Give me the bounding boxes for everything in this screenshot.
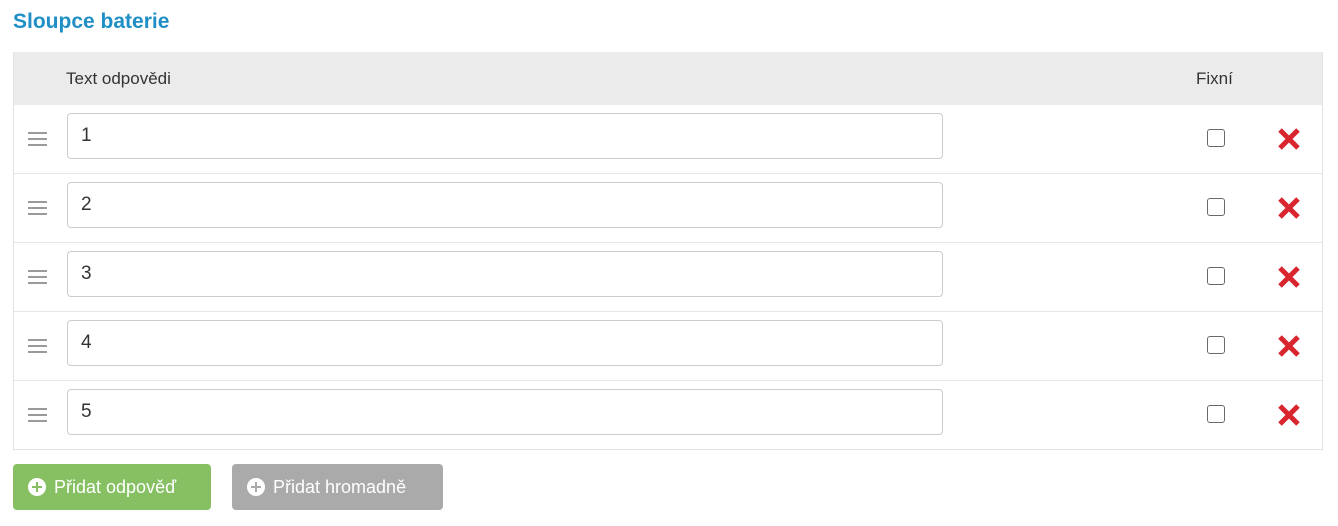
fixed-checkbox[interactable]	[1207, 405, 1225, 423]
header-fixed: Fixní	[1196, 69, 1233, 88]
delete-x-icon[interactable]	[1276, 402, 1302, 428]
answer-input[interactable]	[67, 389, 943, 435]
table-header: Text odpovědi Fixní	[14, 52, 1322, 105]
section-title: Sloupce baterie	[13, 10, 170, 33]
drag-handle-icon[interactable]	[28, 408, 47, 422]
delete-x-icon[interactable]	[1276, 333, 1302, 359]
table-row	[14, 243, 1322, 312]
delete-x-icon[interactable]	[1276, 264, 1302, 290]
header-answer-text: Text odpovědi	[66, 69, 171, 88]
table-row	[14, 381, 1322, 449]
add-bulk-label: Přidat hromadně	[273, 476, 407, 497]
plus-circle-icon	[28, 478, 46, 496]
table-row	[14, 312, 1322, 381]
fixed-checkbox[interactable]	[1207, 267, 1225, 285]
add-bulk-button[interactable]: Přidat hromadně	[232, 464, 443, 510]
drag-handle-icon[interactable]	[28, 339, 47, 353]
table-row	[14, 105, 1322, 174]
drag-handle-icon[interactable]	[28, 270, 47, 284]
add-answer-label: Přidat odpověď	[54, 476, 177, 497]
fixed-checkbox[interactable]	[1207, 129, 1225, 147]
answer-input[interactable]	[67, 320, 943, 366]
answer-input[interactable]	[67, 182, 943, 228]
delete-x-icon[interactable]	[1276, 195, 1302, 221]
table-row	[14, 174, 1322, 243]
delete-x-icon[interactable]	[1276, 126, 1302, 152]
drag-handle-icon[interactable]	[28, 201, 47, 215]
plus-circle-icon	[247, 478, 265, 496]
answer-input[interactable]	[67, 113, 943, 159]
add-answer-button[interactable]: Přidat odpověď	[13, 464, 211, 510]
answers-table: Text odpovědi Fixní	[13, 52, 1323, 450]
fixed-checkbox[interactable]	[1207, 336, 1225, 354]
drag-handle-icon[interactable]	[28, 132, 47, 146]
fixed-checkbox[interactable]	[1207, 198, 1225, 216]
answer-input[interactable]	[67, 251, 943, 297]
